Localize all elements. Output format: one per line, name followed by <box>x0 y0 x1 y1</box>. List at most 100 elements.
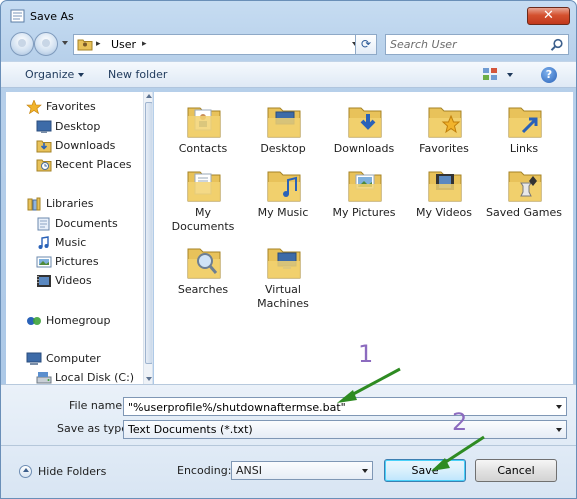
close-icon: ✕ <box>543 8 554 23</box>
new-folder-button[interactable]: New folder <box>108 68 167 81</box>
close-button[interactable]: ✕ <box>527 7 570 25</box>
libraries-icon <box>27 197 41 211</box>
folder-downloads[interactable]: Downloads <box>325 98 403 160</box>
search-input[interactable] <box>390 37 545 52</box>
scroll-down-icon[interactable] <box>146 377 152 381</box>
pictures-icon <box>36 256 52 268</box>
save-button[interactable]: Save <box>384 459 466 482</box>
scroll-up-icon[interactable] <box>146 94 152 98</box>
window-title: Save As <box>30 10 74 23</box>
folder-label: Contacts <box>178 142 228 155</box>
sidebar-item-recent-places[interactable]: Recent Places <box>6 156 146 174</box>
documents-icon <box>37 217 50 231</box>
navigation-bar: ▸ User ▸ ⟳ <box>1 31 576 57</box>
navigation-pane: Favorites Desktop Downloads Recent Place… <box>6 92 153 384</box>
folder-desktop[interactable]: Desktop <box>244 98 322 160</box>
sidebar-item-label: Libraries <box>46 197 94 210</box>
save-as-type-select[interactable]: Text Documents (*.txt) <box>123 420 567 439</box>
search-box[interactable] <box>385 34 569 55</box>
folder-my-videos[interactable]: My Videos <box>405 162 483 224</box>
folder-my-music[interactable]: My Music <box>244 162 322 224</box>
my-documents-folder-icon <box>187 171 221 202</box>
help-button[interactable]: ? <box>541 67 557 83</box>
title-bar[interactable]: Save As ✕ <box>1 1 576 31</box>
contacts-folder-icon <box>187 107 221 138</box>
sidebar-item-label: Music <box>55 236 87 249</box>
organize-button[interactable]: Organize <box>25 68 85 81</box>
file-name-combobox[interactable] <box>123 397 567 416</box>
file-name-label: File name: <box>69 399 126 412</box>
sidebar-item-desktop[interactable]: Desktop <box>6 118 146 136</box>
folder-virtual-machines[interactable]: Virtual Machines <box>244 239 322 310</box>
sidebar-item-favorites[interactable]: Favorites <box>6 98 146 116</box>
folder-saved-games[interactable]: Saved Games <box>485 162 563 224</box>
sidebar-item-label: Pictures <box>55 255 99 268</box>
sidebar-item-pictures[interactable]: Pictures <box>6 253 146 271</box>
favorites-folder-icon <box>428 107 462 138</box>
save-as-type-dropdown-icon[interactable] <box>556 428 562 432</box>
sidebar-item-homegroup[interactable]: Homegroup <box>6 312 146 330</box>
local-disk-icon <box>36 372 52 384</box>
file-name-dropdown-icon[interactable] <box>556 405 562 409</box>
command-toolbar: Organize New folder ? <box>1 61 576 88</box>
view-options-dropdown-icon[interactable] <box>507 73 513 77</box>
save-as-type-value: Text Documents (*.txt) <box>128 423 253 436</box>
change-view-icon[interactable] <box>483 68 497 80</box>
file-name-input[interactable] <box>128 400 548 414</box>
folder-label: My Music <box>257 206 309 219</box>
virtual-machines-folder-icon <box>267 248 301 279</box>
sidebar-item-label: Documents <box>55 217 118 230</box>
chevron-up-icon <box>19 465 32 478</box>
navigation-scrollbar[interactable] <box>143 92 152 384</box>
sidebar-item-documents[interactable]: Documents <box>6 215 146 233</box>
cancel-button[interactable]: Cancel <box>475 459 557 482</box>
computer-icon <box>26 352 42 365</box>
sidebar-item-label: Homegroup <box>46 314 111 327</box>
refresh-button[interactable]: ⟳ <box>355 34 377 55</box>
sidebar-item-libraries[interactable]: Libraries <box>6 195 146 213</box>
sidebar-item-label: Downloads <box>55 139 116 152</box>
my-videos-folder-icon <box>428 171 462 202</box>
help-icon: ? <box>545 68 553 81</box>
breadcrumb-chevron-icon[interactable]: ▸ <box>142 39 147 49</box>
sidebar-item-label: Favorites <box>46 100 96 113</box>
folder-label: My Pictures <box>332 206 396 219</box>
sidebar-item-local-disk[interactable]: Local Disk (C:) <box>6 369 146 384</box>
folder-label: Virtual Machines <box>257 283 309 310</box>
folder-contacts[interactable]: Contacts <box>164 98 242 160</box>
sidebar-item-computer[interactable]: Computer <box>6 350 146 368</box>
scrollbar-thumb[interactable] <box>145 102 152 364</box>
videos-icon <box>37 275 51 287</box>
sidebar-item-label: Recent Places <box>55 158 132 171</box>
folder-favorites[interactable]: Favorites <box>405 98 483 160</box>
folder-searches[interactable]: Searches <box>164 239 242 301</box>
address-bar[interactable]: ▸ User ▸ <box>73 34 377 55</box>
sidebar-item-music[interactable]: Music <box>6 234 146 252</box>
search-icon[interactable] <box>550 38 564 52</box>
recent-places-icon <box>36 159 52 172</box>
star-icon <box>26 100 42 114</box>
folder-label: Favorites <box>419 142 469 155</box>
folder-links[interactable]: Links <box>485 98 563 160</box>
folder-my-documents[interactable]: My Documents <box>164 162 242 233</box>
annotation-step-2: 2 <box>452 408 468 436</box>
sidebar-item-videos[interactable]: Videos <box>6 272 146 290</box>
encoding-dropdown-icon[interactable] <box>362 469 368 473</box>
folder-label: My Documents <box>171 206 235 233</box>
links-folder-icon <box>508 107 542 138</box>
homegroup-icon <box>27 317 41 325</box>
encoding-select[interactable]: ANSI <box>231 461 373 480</box>
sidebar-item-downloads[interactable]: Downloads <box>6 137 146 155</box>
back-button[interactable] <box>10 32 34 56</box>
downloads-folder-icon <box>348 107 382 138</box>
my-music-folder-icon <box>267 171 301 202</box>
recent-locations-dropdown-icon[interactable] <box>62 41 68 45</box>
breadcrumb-user[interactable]: User <box>111 38 136 51</box>
annotation-step-1: 1 <box>358 340 374 368</box>
sidebar-item-label: Videos <box>55 274 92 287</box>
folder-label: Downloads <box>333 142 395 155</box>
forward-button[interactable] <box>34 32 58 56</box>
breadcrumb-separator-icon[interactable]: ▸ <box>96 39 101 49</box>
folder-my-pictures[interactable]: My Pictures <box>325 162 403 224</box>
divider <box>1 445 576 446</box>
